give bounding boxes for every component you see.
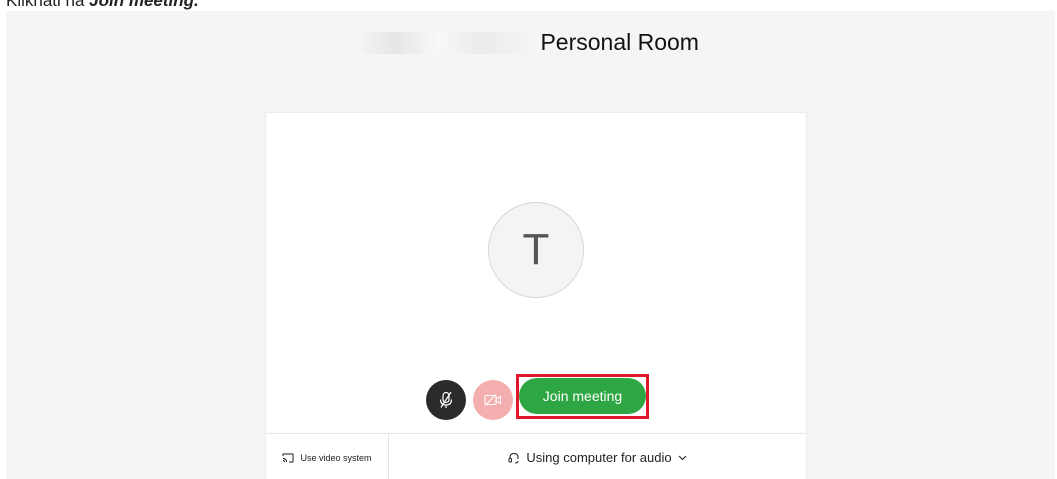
media-controls: Join meeting: [266, 374, 806, 422]
footer-bar: Use video system Using computer for audi…: [266, 433, 806, 479]
join-meeting-button[interactable]: Join meeting: [519, 378, 646, 414]
audio-selector[interactable]: Using computer for audio: [389, 434, 806, 479]
audio-label: Using computer for audio: [526, 450, 672, 465]
video-off-icon: [484, 393, 502, 407]
room-title-row: Personal Room: [6, 29, 1055, 61]
page-title: Personal Room: [540, 29, 699, 55]
avatar: T: [488, 202, 584, 298]
instruction-emphasis: Join meeting.: [89, 0, 199, 10]
instruction-prefix: Klikhati na: [6, 0, 90, 10]
redacted-name: [362, 31, 530, 54]
stop-video-button[interactable]: [473, 380, 513, 420]
preview-card: T Join meeting Use video system Using co…: [265, 112, 807, 479]
mute-button[interactable]: [426, 380, 466, 420]
mic-muted-icon: [438, 391, 454, 409]
headset-icon: [508, 452, 520, 464]
cast-icon: [282, 453, 294, 463]
use-video-system-button[interactable]: Use video system: [266, 434, 389, 479]
instruction-text: Klikhati na Join meeting.: [6, 0, 199, 11]
page: Klikhati na Join meeting. Personal Room …: [0, 0, 1057, 479]
meeting-app: Personal Room T Join meeting Use video s…: [6, 11, 1055, 479]
chevron-down-icon: [678, 455, 687, 461]
use-video-system-label: Use video system: [300, 452, 372, 463]
